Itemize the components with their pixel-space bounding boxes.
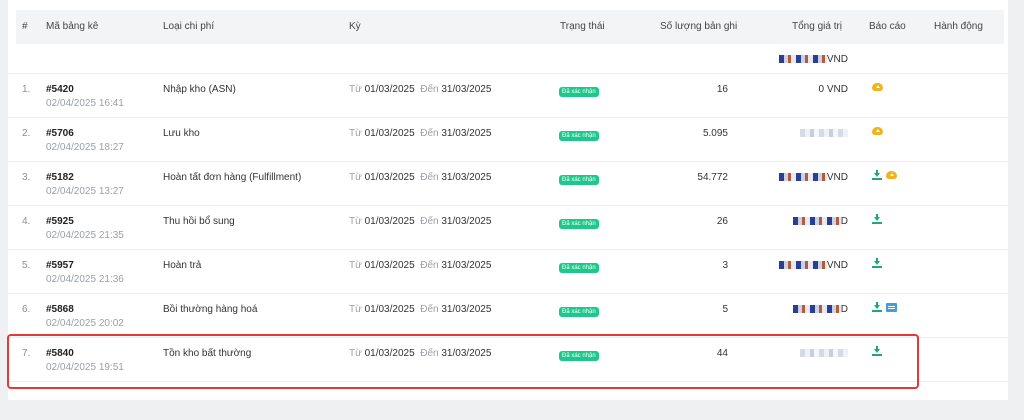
report-icons xyxy=(872,214,886,225)
period: Từ 01/03/2025 Đến 31/03/2025 xyxy=(349,216,492,227)
download-icon[interactable] xyxy=(872,170,882,181)
statement-code[interactable]: #5925 xyxy=(46,216,74,227)
total-value: D xyxy=(792,304,848,315)
col-status-header: Trạng thái xyxy=(560,21,605,32)
redacted-value xyxy=(778,261,827,270)
statement-code[interactable]: #5957 xyxy=(46,260,74,271)
table-row[interactable]: 1. #5420 02/04/2025 16:41 Nhập kho (ASN) Từ … xyxy=(8,74,1008,118)
record-count: 3 xyxy=(722,260,728,271)
redacted-value xyxy=(778,55,827,64)
summary-total: VND xyxy=(778,54,848,65)
cost-type: Lưu kho xyxy=(163,128,200,139)
row-index: 1. xyxy=(22,84,31,95)
col-total-header: Tổng giá trị xyxy=(792,21,843,32)
redacted-value xyxy=(800,129,848,138)
cost-type: Hoàn trả xyxy=(163,260,202,271)
table-row[interactable]: 5. #5957 02/04/2025 21:36 Hoàn trả Từ 01/03/… xyxy=(8,250,1008,294)
statement-date: 02/04/2025 18:27 xyxy=(46,142,124,153)
record-count: 26 xyxy=(716,216,728,227)
col-period-header: Kỳ xyxy=(349,21,361,32)
statement-date: 02/04/2025 21:36 xyxy=(46,274,124,285)
report-icons xyxy=(872,82,883,93)
cost-type: Bồi thường hàng hoá xyxy=(163,304,258,315)
report-icons xyxy=(872,258,886,269)
col-type-header: Loại chi phí xyxy=(163,21,215,32)
total-value: 0 VND xyxy=(818,84,848,95)
total-value: VND xyxy=(778,172,848,183)
table-row[interactable]: 3. #5182 02/04/2025 13:27 Hoàn tất đơn hàng… xyxy=(8,162,1008,206)
col-report-header: Báo cáo xyxy=(869,21,906,32)
statement-code[interactable]: #5706 xyxy=(46,128,74,139)
statement-code[interactable]: #5182 xyxy=(46,172,74,183)
period: Từ 01/03/2025 Đến 31/03/2025 xyxy=(349,128,492,139)
record-count: 5.095 xyxy=(702,128,728,139)
col-actions-header: Hành động xyxy=(934,21,983,32)
period: Từ 01/03/2025 Đến 31/03/2025 xyxy=(349,260,492,271)
statement-date: 02/04/2025 16:41 xyxy=(46,98,124,109)
redacted-value xyxy=(792,217,841,226)
redacted-value xyxy=(792,305,841,314)
status-badge: Đã xác nhận xyxy=(559,261,599,273)
status-badge: Đã xác nhận xyxy=(559,217,599,229)
report-icons xyxy=(872,302,897,313)
table-row[interactable]: 4. #5925 02/04/2025 21:35 Thu hồi bổ sung Từ… xyxy=(8,206,1008,250)
record-count: 16 xyxy=(716,84,728,95)
cloud-download-icon[interactable] xyxy=(872,83,883,92)
col-count-header: Số lượng bản ghi xyxy=(660,21,738,32)
statement-date: 02/04/2025 13:27 xyxy=(46,186,124,197)
period: Từ 01/03/2025 Đến 31/03/2025 xyxy=(349,172,492,183)
document-icon[interactable] xyxy=(886,302,897,312)
table-row[interactable]: 6. #5868 02/04/2025 20:02 Bồi thường hàng h… xyxy=(8,294,1008,338)
download-icon[interactable] xyxy=(872,258,882,269)
statement-code[interactable]: #5420 xyxy=(46,84,74,95)
cloud-download-icon[interactable] xyxy=(872,127,883,136)
status-badge: Đã xác nhận xyxy=(559,305,599,317)
statement-date: 02/04/2025 20:02 xyxy=(46,318,124,329)
total-value xyxy=(800,128,848,139)
col-index-header: # xyxy=(22,21,28,32)
table-row[interactable]: 2. #5706 02/04/2025 18:27 Lưu kho Từ 01/03/2… xyxy=(8,118,1008,162)
download-icon[interactable] xyxy=(872,214,882,225)
status-badge: Đã xác nhận xyxy=(559,129,599,141)
total-value: VND xyxy=(778,260,848,271)
highlight-box xyxy=(7,334,919,389)
cost-type: Thu hồi bổ sung xyxy=(163,216,235,227)
download-icon[interactable] xyxy=(872,302,882,313)
row-index: 4. xyxy=(22,216,31,227)
cost-type: Nhập kho (ASN) xyxy=(163,84,236,95)
row-index: 5. xyxy=(22,260,31,271)
row-index: 2. xyxy=(22,128,31,139)
row-index: 3. xyxy=(22,172,31,183)
report-icons xyxy=(872,170,897,181)
record-count: 5 xyxy=(722,304,728,315)
report-icons xyxy=(872,126,883,137)
status-badge: Đã xác nhận xyxy=(559,173,599,185)
cloud-download-icon[interactable] xyxy=(886,171,897,180)
col-code-header: Mã bảng kê xyxy=(46,21,99,32)
cost-type: Hoàn tất đơn hàng (Fulfillment) xyxy=(163,172,302,183)
total-value: D xyxy=(792,216,848,227)
statement-date: 02/04/2025 21:35 xyxy=(46,230,124,241)
summary-row: VND xyxy=(8,44,1008,74)
status-badge: Đã xác nhận xyxy=(559,85,599,97)
redacted-value xyxy=(778,173,827,182)
record-count: 54.772 xyxy=(697,172,728,183)
period: Từ 01/03/2025 Đến 31/03/2025 xyxy=(349,304,492,315)
statement-code[interactable]: #5868 xyxy=(46,304,74,315)
period: Từ 01/03/2025 Đến 31/03/2025 xyxy=(349,84,492,95)
row-index: 6. xyxy=(22,304,31,315)
